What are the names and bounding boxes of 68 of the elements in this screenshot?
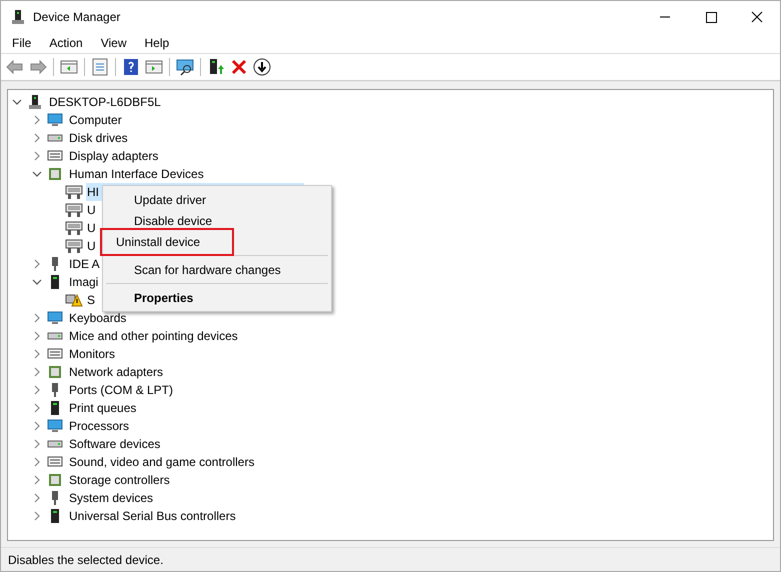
tree-item[interactable]: Monitors — [69, 345, 116, 363]
tree-item[interactable]: Display adapters — [69, 147, 158, 165]
menu-item[interactable]: Action — [41, 34, 91, 52]
monitor-icon — [47, 310, 63, 326]
tree-item[interactable]: U — [86, 219, 96, 237]
chip-icon — [47, 364, 63, 380]
collapsed-chevron-icon[interactable] — [32, 403, 42, 413]
back-arrow-icon[interactable] — [5, 57, 25, 77]
collapsed-chevron-icon[interactable] — [32, 475, 42, 485]
expanded-chevron-icon[interactable] — [32, 277, 42, 287]
collapsed-chevron-icon[interactable] — [32, 151, 42, 161]
tree-item[interactable]: Disk drives — [69, 129, 128, 147]
tree-item[interactable]: Imagi — [69, 273, 98, 291]
tree-item[interactable]: U — [86, 237, 96, 255]
collapsed-chevron-icon[interactable] — [32, 367, 42, 377]
tree-item[interactable]: Processors — [69, 417, 130, 435]
tree-item[interactable]: U — [86, 201, 96, 219]
tree-item[interactable]: Storage controllers — [69, 471, 170, 489]
menu-item[interactable]: Scan for hardware changes — [116, 260, 281, 278]
menu-item[interactable]: Help — [136, 34, 178, 52]
expanded-chevron-icon[interactable] — [32, 169, 42, 179]
tree-item[interactable]: Software devices — [69, 435, 160, 453]
properties-icon[interactable] — [90, 57, 110, 77]
collapsed-chevron-icon[interactable] — [32, 115, 42, 125]
collapsed-chevron-icon[interactable] — [32, 133, 42, 143]
tree-item[interactable]: Universal Serial Bus controllers — [69, 507, 236, 525]
tree-item[interactable]: S — [86, 291, 96, 309]
collapsed-chevron-icon[interactable] — [32, 313, 42, 323]
chip-icon — [47, 166, 63, 182]
collapsed-chevron-icon[interactable] — [32, 493, 42, 503]
tree-item[interactable]: System devices — [69, 489, 154, 507]
collapsed-chevron-icon[interactable] — [32, 331, 42, 341]
forward-arrow-icon[interactable] — [28, 57, 48, 77]
tree-item[interactable]: Mice and other pointing devices — [69, 327, 238, 345]
collapsed-chevron-icon[interactable] — [32, 439, 42, 449]
menu-item[interactable]: File — [4, 34, 40, 52]
tree-item[interactable]: Sound, video and game controllers — [69, 453, 254, 471]
app-icon — [10, 8, 26, 24]
tree-item[interactable]: Human Interface Devices — [69, 165, 204, 183]
monitor-icon — [47, 418, 63, 434]
tree-item[interactable]: IDE A — [69, 255, 100, 273]
tree-item[interactable]: Keyboards — [69, 309, 126, 327]
monitor-icon — [47, 112, 63, 128]
collapsed-chevron-icon[interactable] — [32, 511, 42, 521]
tree-item[interactable]: DESKTOP-L6DBF5L — [49, 93, 161, 111]
chip-icon — [47, 472, 63, 488]
download-icon[interactable] — [252, 57, 272, 77]
collapsed-chevron-icon[interactable] — [32, 349, 42, 359]
help-icon[interactable] — [121, 57, 141, 77]
menu-item[interactable]: Uninstall device — [100, 228, 234, 256]
menu-item[interactable]: View — [92, 34, 134, 52]
expanded-chevron-icon[interactable] — [12, 97, 22, 107]
menu-item[interactable]: Properties — [116, 288, 194, 306]
tree-item[interactable]: Computer — [69, 111, 122, 129]
collapsed-chevron-icon[interactable] — [32, 457, 42, 467]
window-title: Device Manager — [33, 8, 120, 26]
scan-monitor-icon[interactable] — [175, 57, 195, 77]
menu-item[interactable]: Update driver — [116, 190, 206, 208]
collapsed-chevron-icon[interactable] — [32, 385, 42, 395]
uninstall-icon[interactable] — [229, 57, 249, 77]
tree-item[interactable]: Network adapters — [69, 363, 164, 381]
collapsed-chevron-icon[interactable] — [32, 421, 42, 431]
tree-item[interactable]: Print queues — [69, 399, 136, 417]
status-bar-text: Disables the selected device. — [7, 552, 164, 568]
menu-item[interactable]: Disable device — [116, 212, 212, 230]
collapsed-chevron-icon[interactable] — [32, 259, 42, 269]
tree-item[interactable]: Ports (COM & LPT) — [69, 381, 174, 399]
computer-icon — [27, 94, 43, 110]
